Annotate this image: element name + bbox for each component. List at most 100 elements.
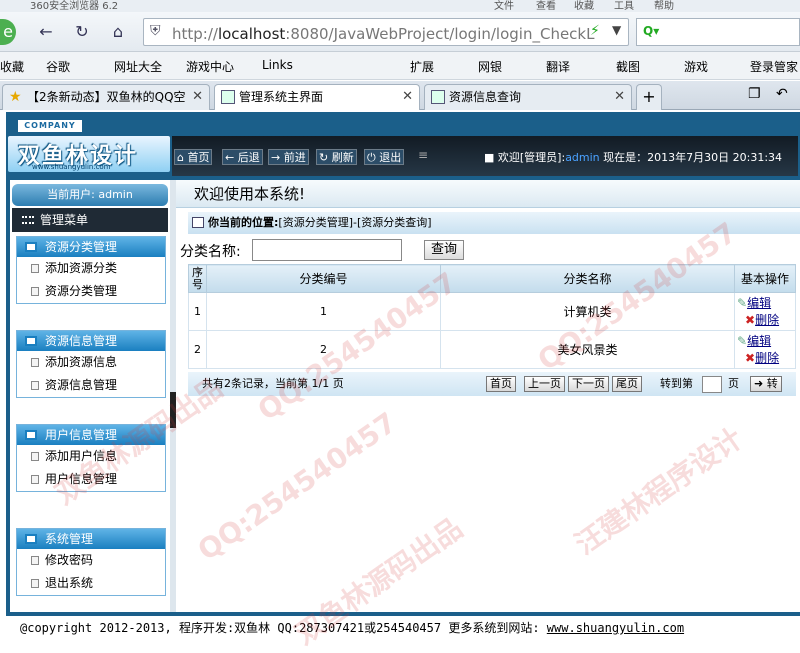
menu-item-add-resource[interactable]: 添加资源信息: [17, 351, 165, 374]
undo-close-icon[interactable]: ↶: [776, 86, 788, 102]
shield-icon: ⛨: [150, 23, 161, 39]
search-label: 分类名称:: [180, 244, 241, 260]
tab-qq-space[interactable]: ★ 【2条新动态】双鱼林的QQ空 ✕: [2, 84, 210, 110]
page-number-input[interactable]: [702, 376, 722, 393]
refresh-icon[interactable]: ↻: [68, 19, 96, 45]
menu-item-manage-user[interactable]: 用户信息管理: [17, 468, 165, 491]
first-page-button[interactable]: 首页: [486, 376, 516, 392]
table-row: 1 1 计算机类 ✎编辑 ✖删除: [188, 292, 796, 331]
bookmark-games-center[interactable]: 游戏中心: [186, 58, 234, 75]
group-icon: [25, 534, 37, 544]
close-icon[interactable]: ✕: [614, 85, 625, 109]
page-icon: [31, 358, 39, 367]
company-label: COMPANY: [18, 120, 82, 132]
menu-view[interactable]: 查看: [536, 0, 556, 12]
menu-group-header[interactable]: 用户信息管理: [17, 425, 165, 445]
row-name: 美女风景类: [440, 330, 735, 369]
menu-help[interactable]: 帮助: [654, 0, 674, 12]
current-time: 2013年7月30日 20:31:34: [647, 151, 783, 164]
search-box[interactable]: Q▾: [636, 18, 800, 46]
prev-page-button[interactable]: 上一页: [524, 376, 565, 392]
search-row: 分类名称: 查询: [180, 238, 800, 264]
page-icon: [31, 556, 39, 565]
main-title: 欢迎使用本系统!: [176, 180, 800, 208]
tab-main[interactable]: 管理系统主界面 ✕: [214, 84, 420, 110]
menu-item-manage-resource[interactable]: 资源信息管理: [17, 374, 165, 397]
bookmark-login-manager[interactable]: 登录管家: [750, 58, 798, 75]
group-icon: [25, 430, 37, 440]
tab-restore-icon[interactable]: ❐: [748, 86, 761, 102]
goto-label: 转到第: [660, 377, 693, 390]
menu-group-resource: 资源信息管理 添加资源信息 资源信息管理: [16, 330, 166, 398]
back-arrow-icon[interactable]: ←: [32, 19, 60, 45]
bookmark-screenshot[interactable]: 截图: [616, 58, 640, 75]
tab-resource-query[interactable]: 资源信息查询 ✕: [424, 84, 632, 110]
home-button[interactable]: ⌂ 首页: [174, 149, 213, 165]
bookmark-favorites[interactable]: 收藏: [0, 58, 24, 75]
go-button[interactable]: ➜ 转: [750, 376, 782, 392]
page-icon: [431, 90, 445, 104]
new-tab-button[interactable]: +: [636, 84, 662, 110]
query-button[interactable]: 查询: [424, 240, 464, 260]
menu-lines-icon: ≡: [418, 148, 429, 162]
logout-button[interactable]: ⏻ 退出: [364, 149, 405, 165]
menu-tools[interactable]: 工具: [614, 0, 634, 12]
bookmark-links[interactable]: Links: [262, 58, 293, 72]
website-link[interactable]: www.shuangyulin.com: [547, 621, 684, 635]
bookmark-extensions[interactable]: 扩展: [410, 58, 434, 75]
delete-link[interactable]: 删除: [755, 351, 779, 365]
pager: 共有2条记录，当前第 1/1 页 首页 上一页 下一页 尾页 转到第 页 ➜ 转: [188, 372, 796, 396]
delete-x-icon: ✖: [745, 312, 756, 327]
row-actions: ✎编辑 ✖删除: [734, 330, 796, 369]
delete-link[interactable]: 删除: [755, 313, 779, 327]
menu-group-header[interactable]: 系统管理: [17, 529, 165, 549]
menu-item-change-password[interactable]: 修改密码: [17, 549, 165, 572]
bookmark-google[interactable]: 谷歌: [46, 58, 70, 75]
menu-file[interactable]: 文件: [494, 0, 514, 12]
pencil-icon: ✎: [737, 295, 748, 310]
last-page-button[interactable]: 尾页: [612, 376, 642, 392]
refresh-button[interactable]: ↻ 刷新: [316, 149, 357, 165]
address-bar[interactable]: ⛨ http://localhost:8080/JavaWebProject/l…: [143, 18, 629, 46]
column-header: 基本操作: [734, 264, 796, 293]
menu-group-category: 资源分类管理 添加资源分类 资源分类管理: [16, 236, 166, 304]
column-header: 分类编号: [206, 264, 441, 293]
lightning-icon[interactable]: ⚡: [590, 23, 600, 39]
close-icon[interactable]: ✕: [192, 85, 203, 109]
menu-item-exit-system[interactable]: 退出系统: [17, 572, 165, 595]
footer: @copyright 2012-2013, 程序开发:双鱼林 QQ:287307…: [6, 614, 800, 642]
star-icon: ★: [9, 89, 22, 105]
page-icon: [31, 264, 39, 273]
page-suffix: 页: [728, 377, 739, 390]
bookmark-translate[interactable]: 翻译: [546, 58, 570, 75]
category-table: 序号 分类编号 分类名称 基本操作 1 1 计算机类 ✎编辑 ✖删除 2 2 美…: [188, 264, 796, 369]
menu-favorites[interactable]: 收藏: [574, 0, 594, 12]
edit-link[interactable]: 编辑: [747, 296, 771, 310]
pencil-icon: ✎: [737, 333, 748, 348]
row-code: 2: [206, 330, 441, 369]
category-name-input[interactable]: [252, 239, 402, 261]
page-icon: [31, 381, 39, 390]
app-toolbar: ⌂ 首页 ← 后退 → 前进 ↻ 刷新 ⏻ 退出 ≡ ■ 欢迎[管理员]:adm…: [172, 136, 798, 176]
tab-label: 【2条新动态】双鱼林的QQ空: [27, 90, 186, 104]
home-icon[interactable]: ⌂: [104, 19, 132, 45]
chevron-down-icon[interactable]: ▼: [612, 23, 621, 37]
menu-group-header[interactable]: 资源信息管理: [17, 331, 165, 351]
back-button[interactable]: ← 后退: [222, 149, 263, 165]
delete-x-icon: ✖: [745, 350, 756, 365]
menu-item-manage-category[interactable]: 资源分类管理: [17, 280, 165, 303]
next-page-button[interactable]: 下一页: [568, 376, 609, 392]
forward-button[interactable]: → 前进: [268, 149, 309, 165]
window-icon: [192, 217, 204, 228]
close-icon[interactable]: ✕: [402, 85, 413, 109]
menu-item-add-user[interactable]: 添加用户信息: [17, 445, 165, 468]
search-engine-icon[interactable]: Q▾: [643, 24, 659, 38]
browser-title: 360安全浏览器 6.2: [30, 1, 119, 12]
menu-item-add-category[interactable]: 添加资源分类: [17, 257, 165, 280]
page-icon: [31, 475, 39, 484]
edit-link[interactable]: 编辑: [747, 334, 771, 348]
bookmark-bank[interactable]: 网银: [478, 58, 502, 75]
bookmark-hao[interactable]: 网址大全: [114, 58, 162, 75]
menu-group-header[interactable]: 资源分类管理: [17, 237, 165, 257]
bookmark-games[interactable]: 游戏: [684, 58, 708, 75]
